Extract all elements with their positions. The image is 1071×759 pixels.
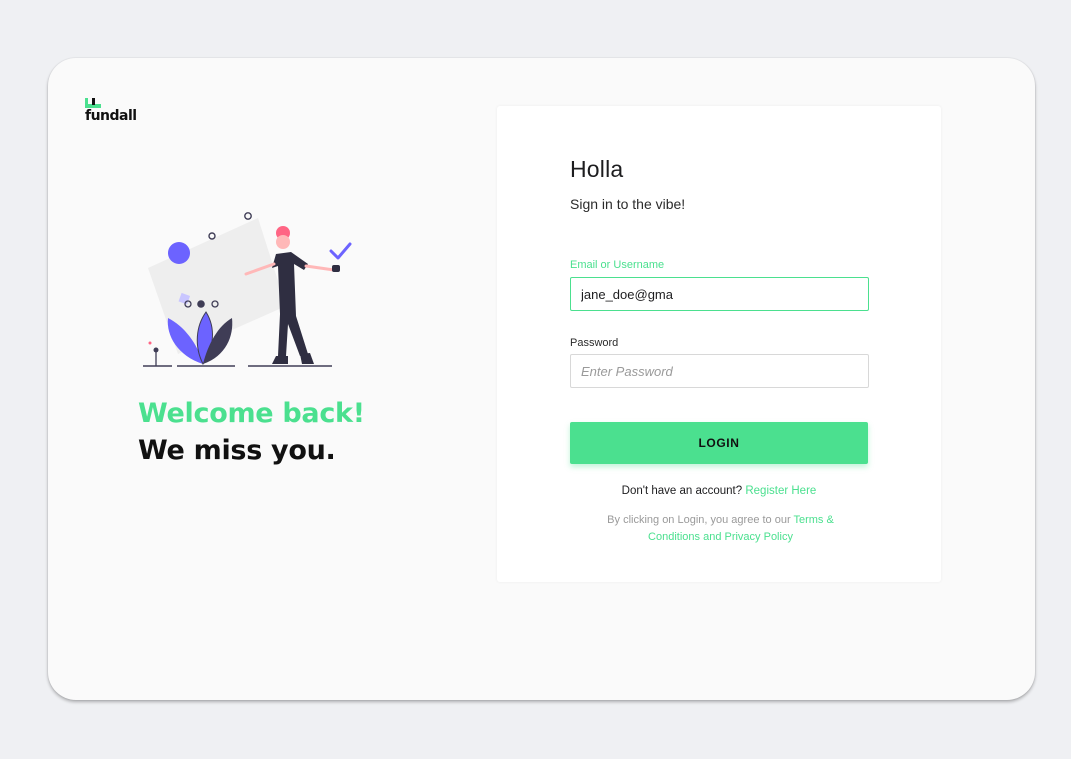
- welcome-illustration: [143, 212, 352, 367]
- welcome-message: Welcome back! We miss you.: [138, 395, 365, 469]
- brand-logo[interactable]: fundall: [85, 98, 137, 123]
- password-field[interactable]: [570, 354, 869, 388]
- register-prompt-text: Don't have an account?: [621, 485, 743, 497]
- email-label: Email or Username: [570, 259, 665, 271]
- brand-name: fundall: [85, 108, 137, 124]
- welcome-line-1: Welcome back!: [138, 398, 365, 429]
- fundall-logo-icon: [85, 98, 101, 108]
- app-frame: fundall Welcome back! We miss you. Holla…: [48, 58, 1035, 700]
- terms-notice: By clicking on Login, you agree to our T…: [588, 512, 853, 546]
- welcome-line-2: We miss you.: [138, 435, 336, 466]
- login-button[interactable]: LOGIN: [570, 422, 868, 464]
- email-field[interactable]: [570, 277, 869, 311]
- form-title: Holla: [570, 156, 624, 182]
- form-subtitle: Sign in to the vibe!: [570, 196, 686, 212]
- terms-prefix-text: By clicking on Login, you agree to our: [607, 514, 791, 526]
- register-link[interactable]: Register Here: [745, 485, 816, 497]
- password-label: Password: [570, 337, 619, 349]
- register-prompt: Don't have an account? Register Here: [570, 485, 868, 497]
- login-card: Holla Sign in to the vibe! Email or User…: [497, 106, 941, 582]
